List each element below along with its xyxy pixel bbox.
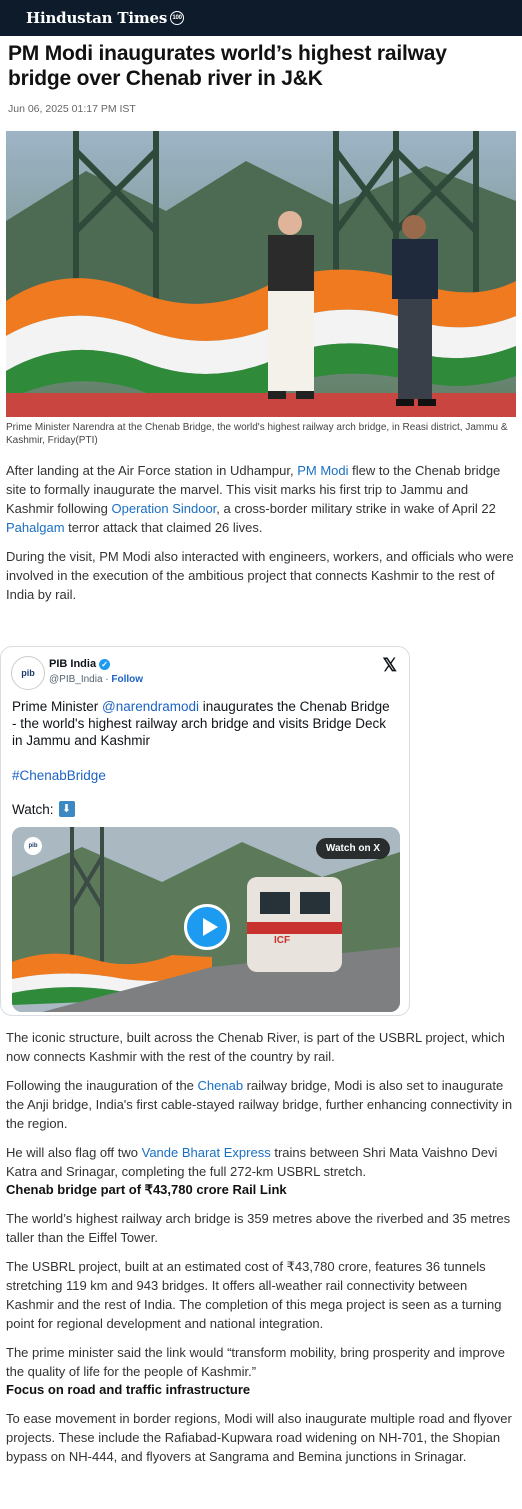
section-heading: Chenab bridge part of ₹43,780 crore Rail… — [6, 1182, 287, 1197]
paragraph: The prime minister said the link would “… — [6, 1345, 506, 1379]
logo-badge: 100 — [170, 11, 185, 25]
hero-image — [6, 131, 516, 417]
tweet-watch-label: Watch: ⬇ — [12, 801, 75, 817]
article-date: Jun 06, 2025 01:17 PM IST — [8, 103, 136, 115]
tweet-text: Prime Minister @narendramodi inaugurates… — [12, 699, 390, 748]
paragraph: The iconic structure, built across the C… — [6, 1030, 505, 1064]
tweet-avatar[interactable]: pib — [11, 656, 45, 690]
paragraph: The USBRL project, built at an estimated… — [6, 1259, 502, 1331]
embedded-tweet[interactable]: pib PIB India ✓ @PIB_India · Follow 𝕏 Pri… — [0, 646, 410, 1016]
follow-button[interactable]: Follow — [111, 674, 143, 685]
link-pm-modi[interactable]: PM Modi — [297, 463, 348, 478]
watch-on-x-button[interactable]: Watch on X — [315, 838, 390, 859]
article-body-continued: The iconic structure, built across the C… — [0, 1028, 522, 1466]
x-logo-icon[interactable]: 𝕏 — [382, 655, 397, 676]
pib-mini-logo-icon: pib — [24, 837, 42, 855]
link-vande-bharat[interactable]: Vande Bharat Express — [142, 1145, 271, 1160]
paragraph: To ease movement in border regions, Modi… — [6, 1411, 512, 1464]
paragraph: During the visit, PM Modi also interacte… — [6, 549, 514, 602]
paragraph: The world’s highest railway arch bridge … — [6, 1211, 511, 1245]
tweet-author-name[interactable]: PIB India ✓ — [49, 658, 111, 670]
tweet-handle: @PIB_India · Follow — [49, 674, 144, 685]
article-title: PM Modi inaugurates world’s highest rail… — [8, 42, 447, 90]
site-logo[interactable]: Hindustan Times 100 — [26, 9, 185, 27]
image-caption: Prime Minister Narendra at the Chenab Br… — [6, 422, 508, 446]
link-pahalgam[interactable]: Pahalgam — [6, 520, 65, 535]
hashtag-link[interactable]: #ChenabBridge — [12, 768, 106, 783]
link-chenab[interactable]: Chenab — [198, 1078, 244, 1093]
site-header: Hindustan Times 100 — [0, 0, 522, 36]
verified-badge-icon: ✓ — [99, 658, 111, 670]
link-operation-sindoor[interactable]: Operation Sindoor — [112, 501, 217, 516]
tweet-video[interactable]: ICF pib Watch on X — [12, 827, 400, 1012]
train-label: ICF — [274, 935, 290, 946]
paragraph: Following the inauguration of the Chenab… — [6, 1078, 513, 1131]
mention-link[interactable]: @narendramodi — [102, 699, 199, 714]
down-arrow-icon: ⬇ — [58, 801, 75, 817]
paragraph: He will also flag off two Vande Bharat E… — [6, 1145, 498, 1179]
logo-text: Hindustan Times — [26, 9, 168, 27]
paragraph: After landing at the Air Force station i… — [6, 463, 501, 535]
section-heading: Focus on road and traffic infrastructure — [6, 1382, 251, 1397]
hero-image-art — [6, 131, 516, 417]
play-icon[interactable] — [184, 904, 230, 950]
